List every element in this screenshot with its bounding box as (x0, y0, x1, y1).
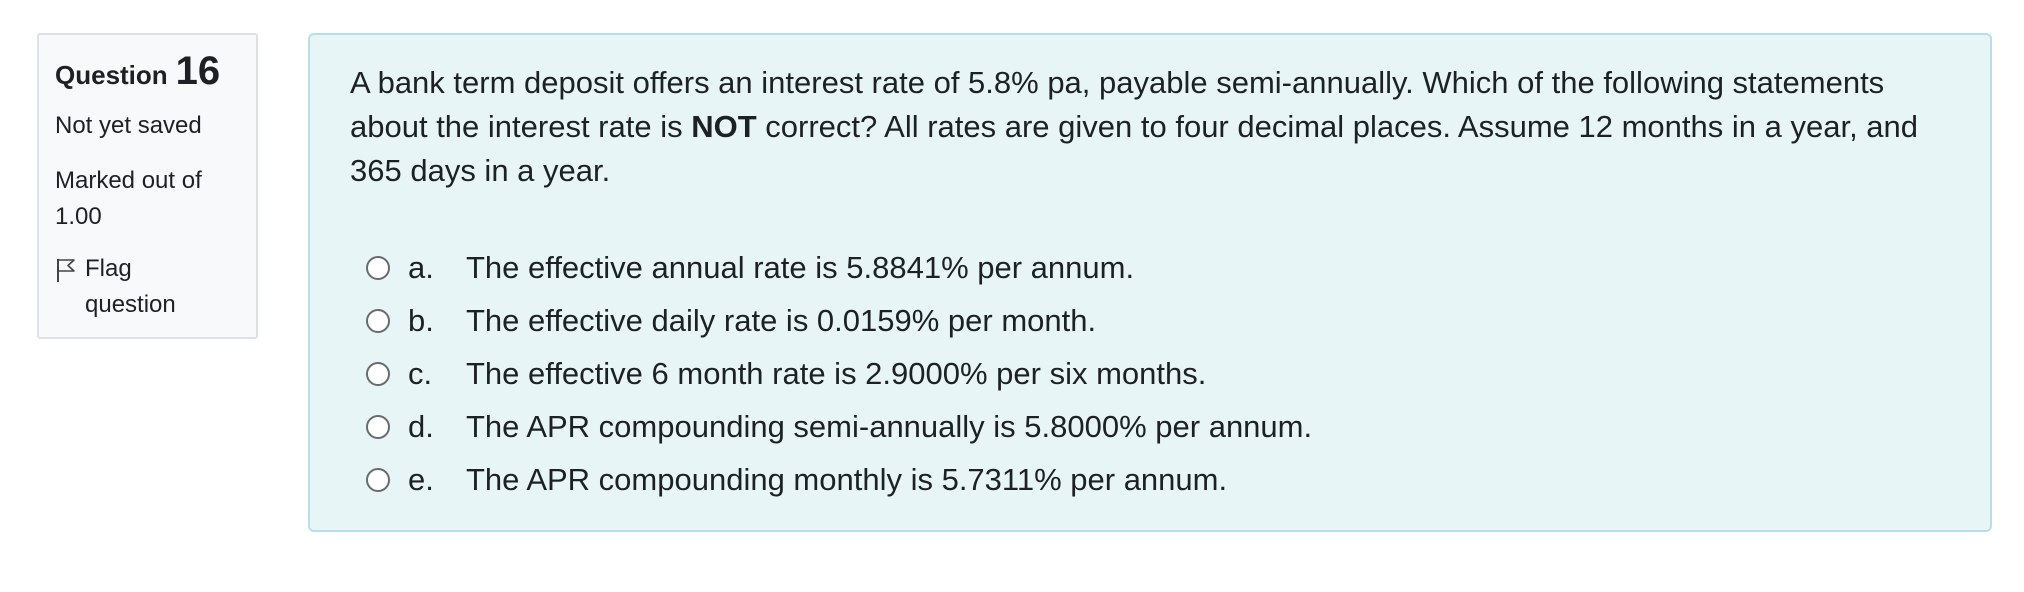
radio-button[interactable] (366, 467, 390, 492)
answer-option-c[interactable]: c. The effective 6 month rate is 2.9000%… (350, 347, 1950, 400)
answer-text: The APR compounding semi-annually is 5.8… (466, 408, 1313, 444)
radio-button[interactable] (366, 308, 390, 333)
question-label: Question (55, 60, 168, 90)
answer-text: The effective 6 month rate is 2.9000% pe… (466, 355, 1207, 391)
radio-button[interactable] (366, 255, 390, 280)
question-heading: Question 16 (55, 49, 240, 93)
radio-button[interactable] (366, 361, 390, 386)
answer-text: The effective annual rate is 5.8841% per… (466, 249, 1135, 285)
answer-option-e[interactable]: e. The APR compounding monthly is 5.7311… (350, 453, 1950, 506)
question-content-panel: A bank term deposit offers an interest r… (308, 33, 1992, 532)
question-info-panel: Question 16 Not yet saved Marked out of … (37, 33, 258, 339)
flag-question-button[interactable]: Flag question (55, 251, 240, 323)
marks-info: Marked out of 1.00 (55, 163, 240, 235)
answer-option-b[interactable]: b. The effective daily rate is 0.0159% p… (350, 294, 1950, 347)
answer-letter: d. (408, 408, 434, 444)
question-text-emphasis: NOT (691, 109, 757, 144)
answer-option-d[interactable]: d. The APR compounding semi-annually is … (350, 400, 1950, 453)
answer-letter: e. (408, 461, 434, 497)
answer-letter: c. (408, 355, 433, 391)
marks-label: Marked out of (55, 167, 202, 194)
radio-button[interactable] (366, 414, 390, 439)
answer-options: a. The effective annual rate is 5.8841% … (350, 241, 1950, 506)
flag-icon (55, 257, 77, 283)
flag-label: Flag question (85, 251, 176, 323)
answer-text: The effective daily rate is 0.0159% per … (466, 302, 1097, 338)
answer-letter: b. (408, 302, 434, 338)
flag-label-line2: question (85, 291, 176, 318)
marks-value: 1.00 (55, 203, 102, 230)
question-number: 16 (175, 49, 221, 93)
flag-label-line1: Flag (85, 255, 132, 282)
question-text: A bank term deposit offers an interest r… (350, 61, 1950, 193)
answer-text: The APR compounding monthly is 5.7311% p… (466, 461, 1228, 497)
answer-letter: a. (408, 249, 434, 285)
answer-option-a[interactable]: a. The effective annual rate is 5.8841% … (350, 241, 1950, 294)
save-state: Not yet saved (55, 112, 202, 139)
